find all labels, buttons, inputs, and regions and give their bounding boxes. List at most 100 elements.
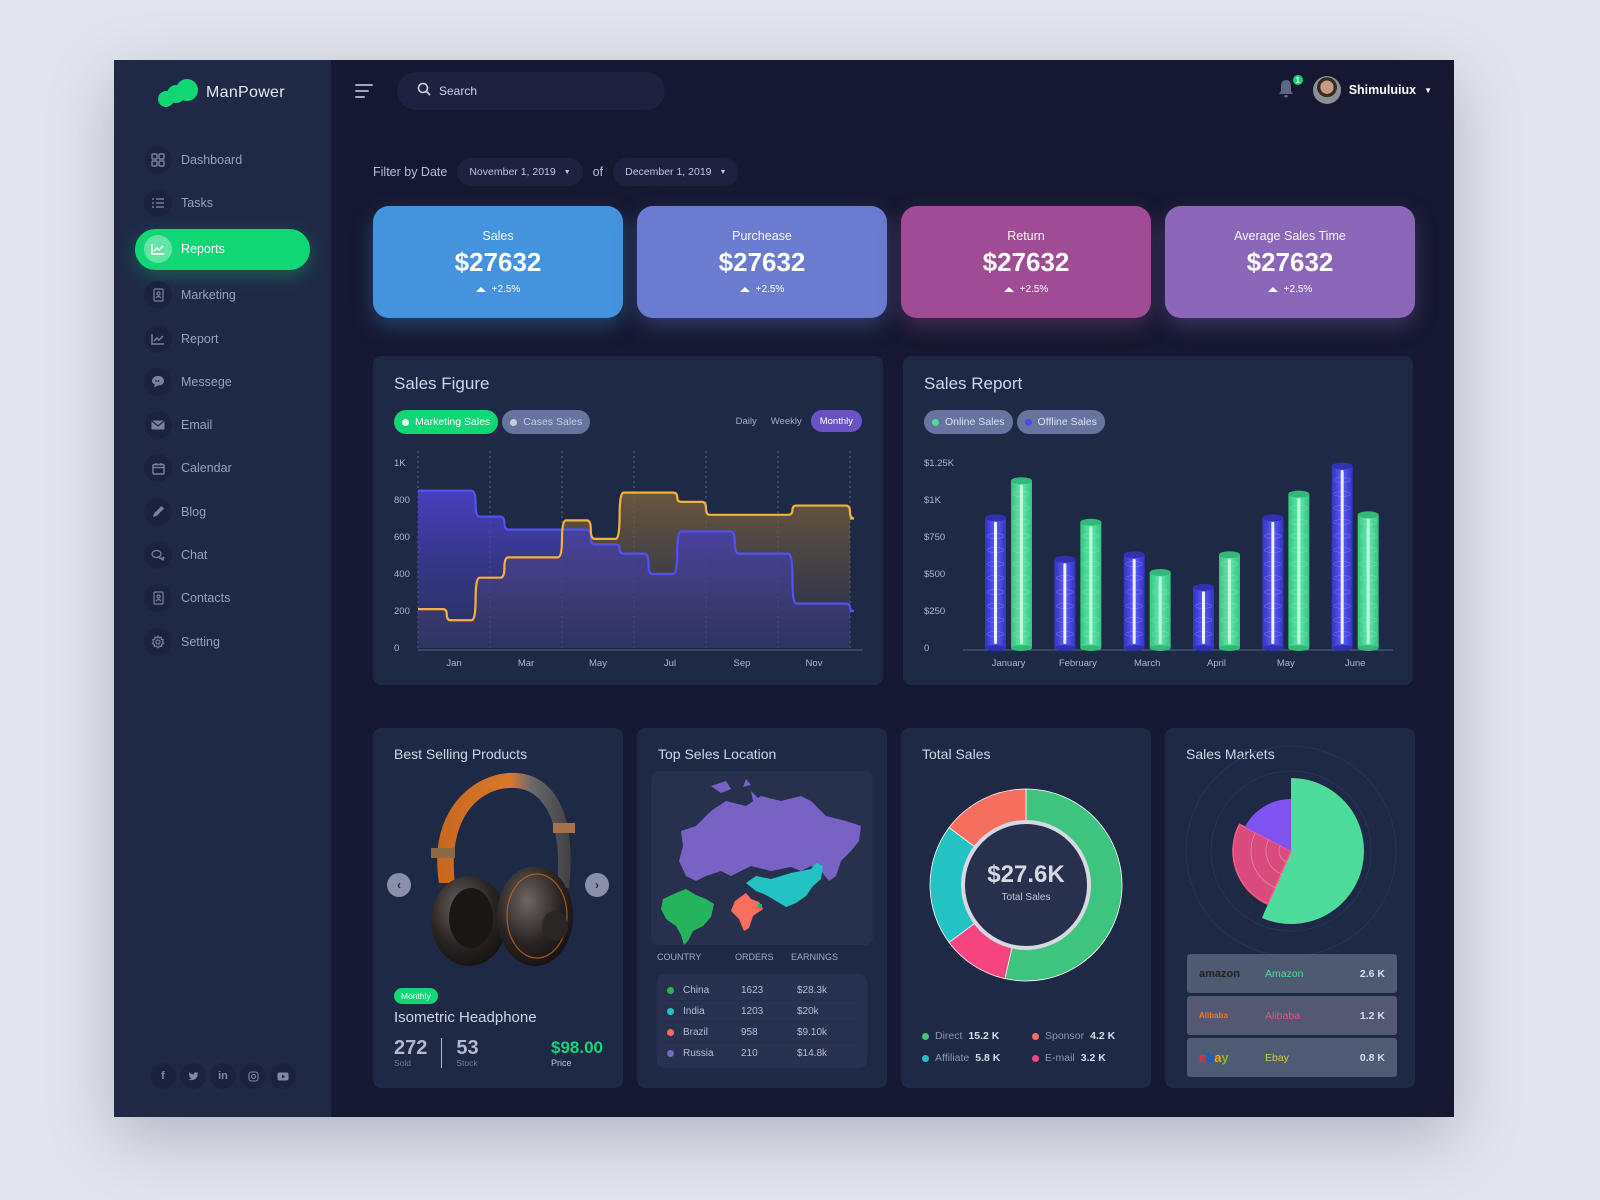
stat-sold: 272 Sold bbox=[394, 1037, 443, 1068]
map-region-india[interactable] bbox=[731, 893, 763, 931]
market-row-alibaba[interactable]: Alibaba Alibaba 1.2 K bbox=[1187, 996, 1397, 1035]
search-bar[interactable] bbox=[397, 72, 665, 110]
sales-report-card: Sales Report Online Sales Offline Sales bbox=[903, 356, 1413, 685]
bar-base bbox=[1011, 645, 1032, 651]
sidebar-item-messege[interactable]: Messege bbox=[114, 360, 331, 403]
legend-dot bbox=[922, 1054, 929, 1062]
status-dot bbox=[667, 1028, 674, 1036]
search-input[interactable] bbox=[439, 84, 639, 98]
bar-offline-sales bbox=[1262, 514, 1284, 651]
sidebar-item-dashboard[interactable]: Dashboard bbox=[114, 138, 331, 181]
earnings-cell: $9.10k bbox=[797, 1026, 828, 1038]
total-sales-card: Total Sales $27.6K Total Sales Direct 15.… bbox=[901, 728, 1151, 1088]
kpi-card-purchase[interactable]: Purchease $27632 +2.5% bbox=[637, 206, 887, 318]
product-name[interactable]: Isometric Headphone bbox=[394, 1009, 537, 1026]
kpi-card-average-sales-time[interactable]: Average Sales Time $27632 +2.5% bbox=[1165, 206, 1415, 318]
kpi-delta: +2.5% bbox=[739, 284, 784, 295]
date-to-select[interactable]: December 1, 2019 ▼ bbox=[613, 158, 739, 186]
sidebar-item-chat[interactable]: Chat bbox=[114, 533, 331, 576]
table-row[interactable]: Brazil 958 $9.10k bbox=[667, 1022, 857, 1043]
kpi-card-sales[interactable]: Sales $27632 +2.5% bbox=[373, 206, 623, 318]
sidebar-item-contacts[interactable]: Contacts bbox=[114, 577, 331, 620]
table-row[interactable]: Russia 210 $14.8k bbox=[667, 1043, 857, 1064]
facebook-icon[interactable]: f bbox=[150, 1063, 176, 1089]
bar-online-sales bbox=[1080, 518, 1102, 651]
notifications-button[interactable]: 1 bbox=[1277, 73, 1305, 101]
logo[interactable]: ManPower bbox=[158, 79, 285, 107]
sidebar-item-label: Email bbox=[181, 418, 213, 433]
earnings-cell: $20k bbox=[797, 1005, 819, 1017]
app-name: ManPower bbox=[206, 84, 285, 101]
bar-offline-sales bbox=[1331, 462, 1353, 651]
donut-center-label: Total Sales bbox=[1001, 892, 1051, 903]
date-from-select[interactable]: November 1, 2019 ▼ bbox=[457, 158, 583, 186]
search-icon bbox=[417, 82, 431, 101]
map-region-russia[interactable] bbox=[679, 796, 861, 881]
legend-value: 15.2 K bbox=[968, 1030, 1000, 1042]
column-header: COUNTRY bbox=[657, 952, 702, 962]
chart-icon bbox=[144, 235, 172, 264]
market-name: Amazon bbox=[1265, 967, 1304, 980]
top-sales-location-card: Top Seles Location COUNTRY ORDERS EARNIN… bbox=[637, 728, 887, 1088]
sidebar-item-report[interactable]: Report bbox=[114, 317, 331, 360]
hamburger-menu-icon[interactable] bbox=[355, 84, 373, 102]
market-value: 0.8 K bbox=[1359, 1051, 1385, 1064]
bar-cap bbox=[1357, 511, 1379, 519]
world-map[interactable] bbox=[651, 771, 873, 945]
ebay-logo-icon: ebay bbox=[1199, 1050, 1229, 1065]
market-row-amazon[interactable]: amazon Amazon 2.6 K bbox=[1187, 954, 1397, 993]
sidebar-item-email[interactable]: Email bbox=[114, 403, 331, 446]
table-row[interactable]: China 1623 $28.3k bbox=[667, 980, 857, 1001]
x-tick-label: March bbox=[1134, 658, 1160, 669]
kpi-delta: +2.5% bbox=[1003, 284, 1048, 295]
stat-stock: 53 Stock bbox=[442, 1038, 478, 1068]
orders-cell: 210 bbox=[741, 1048, 758, 1059]
linkedin-icon[interactable]: in bbox=[210, 1063, 236, 1089]
kpi-card-return[interactable]: Return $27632 +2.5% bbox=[901, 206, 1151, 318]
sidebar-item-reports[interactable]: Reports bbox=[135, 228, 310, 270]
stat-value: 272 bbox=[394, 1037, 428, 1059]
orders-cell: 958 bbox=[741, 1026, 758, 1038]
stat-label: Price bbox=[551, 1058, 572, 1068]
x-tick-label: Nov bbox=[806, 658, 823, 669]
carousel-prev-button[interactable]: ‹ bbox=[387, 873, 411, 897]
y-tick-label: $750 bbox=[924, 532, 945, 543]
donut-center-value: $27.6K bbox=[987, 861, 1065, 888]
avatar[interactable] bbox=[1312, 76, 1341, 104]
sidebar-item-tasks[interactable]: Tasks bbox=[114, 181, 331, 224]
legend-sponsor: Sponsor 4.2 K bbox=[1032, 1030, 1142, 1042]
orders-cell: 1203 bbox=[741, 1005, 764, 1017]
bar-cap bbox=[1054, 555, 1076, 563]
carousel-next-button[interactable]: › bbox=[585, 873, 609, 897]
sidebar-item-setting[interactable]: Setting bbox=[114, 620, 331, 663]
bar-base bbox=[1080, 645, 1102, 651]
product-stats: 272 Sold 53 Stock $98.00 Price bbox=[394, 1038, 603, 1068]
x-tick-label: Jan bbox=[446, 658, 461, 669]
legend-value: 4.2 K bbox=[1090, 1030, 1116, 1042]
kpi-value: $27632 bbox=[1246, 247, 1334, 277]
status-dot bbox=[667, 986, 674, 994]
sidebar-item-label: Marketing bbox=[181, 288, 236, 303]
bar-cap bbox=[1080, 518, 1102, 526]
sales-figure-chart: 0 200 400 600 800 1K Jan Mar May Jul Sep Nov bbox=[394, 451, 863, 669]
user-name[interactable]: Shimuluiux bbox=[1349, 83, 1416, 97]
sidebar-item-marketing[interactable]: Marketing bbox=[114, 274, 331, 317]
bar-base bbox=[1288, 645, 1310, 651]
table-row[interactable]: India 1203 $20k bbox=[667, 1001, 857, 1022]
country-cell: India bbox=[683, 1005, 705, 1017]
bar-offline-sales bbox=[1193, 583, 1214, 651]
youtube-icon[interactable] bbox=[270, 1063, 296, 1089]
speech-bubble-icon bbox=[144, 367, 172, 396]
bar-glow bbox=[1202, 591, 1205, 644]
instagram-icon[interactable] bbox=[240, 1063, 266, 1089]
sidebar-item-calendar[interactable]: Calendar bbox=[114, 447, 331, 490]
market-row-ebay[interactable]: ebay Ebay 0.8 K bbox=[1187, 1038, 1397, 1077]
map-region-brazil[interactable] bbox=[661, 889, 714, 945]
filter-separator: of bbox=[592, 165, 604, 179]
bar-glow bbox=[1271, 521, 1275, 644]
map-region-china[interactable] bbox=[746, 863, 823, 907]
sidebar-item-blog[interactable]: Blog bbox=[114, 490, 331, 533]
chevron-down-icon[interactable]: ▼ bbox=[1424, 86, 1432, 95]
market-name: Ebay bbox=[1265, 1051, 1289, 1064]
twitter-icon[interactable] bbox=[180, 1063, 206, 1089]
